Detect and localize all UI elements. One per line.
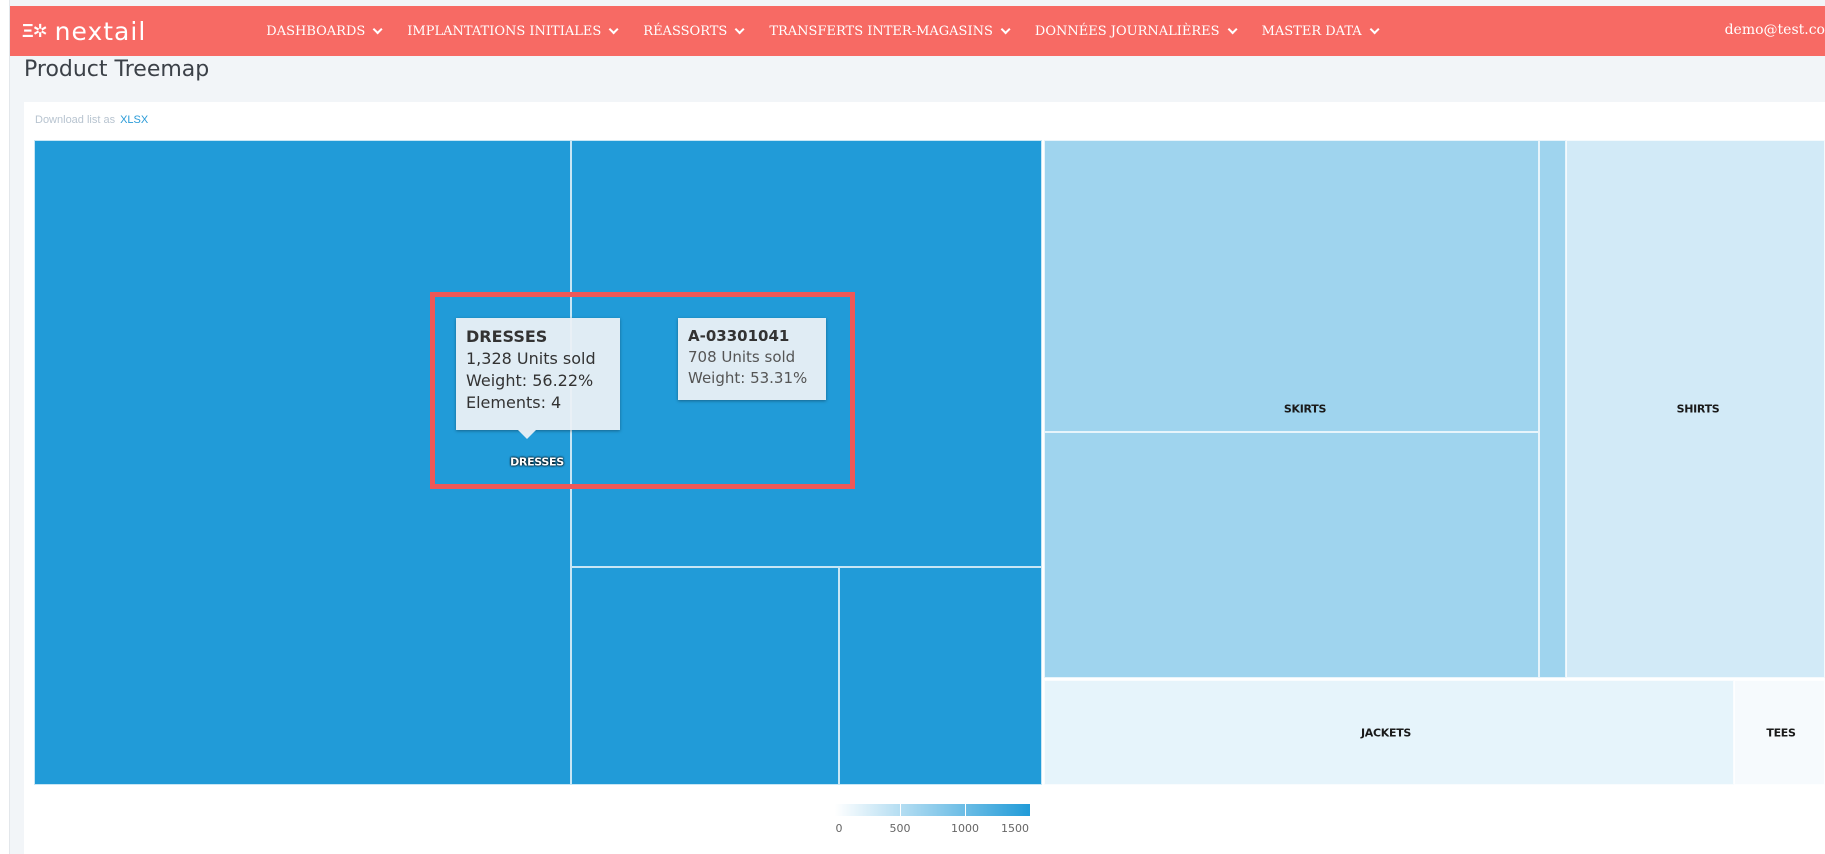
- nav-label: DONNÉES JOURNALIÈRES: [1034, 23, 1220, 39]
- color-scale-legend: 0 500 1000 1500: [835, 804, 1030, 838]
- chevron-down-icon: [608, 23, 619, 34]
- nextail-logo[interactable]: Ξ✲ nextail: [22, 17, 146, 46]
- download-prefix: Download list as: [35, 114, 116, 126]
- left-edge: [0, 0, 10, 854]
- color-scale-bar: [835, 804, 1030, 816]
- legend-tick-label: 0: [835, 822, 843, 835]
- nav-label: MASTER DATA: [1261, 23, 1362, 39]
- treemap-label-tees: TEES: [1766, 726, 1796, 740]
- top-navbar: Ξ✲ nextail DASHBOARDS IMPLANTATIONS INIT…: [10, 6, 1825, 56]
- highlight-annotation-box: [430, 292, 855, 489]
- nav-label: IMPLANTATIONS INITIALES: [407, 23, 602, 39]
- legend-tick-label: 1000: [951, 822, 979, 835]
- treemap-cell-skirts-3[interactable]: [1539, 140, 1566, 678]
- nav-implantations-initiales[interactable]: IMPLANTATIONS INITIALES: [407, 23, 619, 39]
- chevron-down-icon: [1369, 23, 1380, 34]
- chevron-down-icon: [1227, 23, 1238, 34]
- chevron-down-icon: [372, 23, 383, 34]
- logo-icon: Ξ✲: [22, 20, 48, 41]
- nav-label: TRANSFERTS INTER-MAGASINS: [769, 23, 993, 39]
- download-list: Download list as XLSX: [35, 114, 148, 126]
- nav-dashboards[interactable]: DASHBOARDS: [266, 23, 383, 39]
- chevron-down-icon: [734, 23, 745, 34]
- treemap-cell-dresses-3[interactable]: [571, 567, 839, 785]
- treemap-cell-skirts-1[interactable]: [1044, 140, 1539, 432]
- main-nav: DASHBOARDS IMPLANTATIONS INITIALES RÉASS…: [266, 24, 1403, 39]
- legend-tick-mark: [900, 804, 901, 816]
- legend-tick-mark: [965, 804, 966, 816]
- nav-label: RÉASSORTS: [643, 23, 728, 39]
- treemap-label-shirts: SHIRTS: [1676, 402, 1720, 416]
- user-menu[interactable]: demo@test.co: [1725, 22, 1825, 38]
- nav-donnees-journalieres[interactable]: DONNÉES JOURNALIÈRES: [1034, 23, 1238, 39]
- logo-text: nextail: [54, 16, 147, 46]
- treemap-cell-skirts-2[interactable]: [1044, 432, 1539, 678]
- nav-label: DASHBOARDS: [266, 23, 366, 39]
- page-title: Product Treemap: [24, 57, 210, 82]
- legend-tick-label: 1500: [1001, 822, 1029, 835]
- treemap-cell-dresses-4[interactable]: [839, 567, 1042, 785]
- nav-transferts-inter-magasins[interactable]: TRANSFERTS INTER-MAGASINS: [769, 23, 1011, 39]
- nav-reassorts[interactable]: RÉASSORTS: [643, 23, 745, 39]
- treemap-label-skirts: SKIRTS: [1283, 402, 1327, 416]
- treemap-label-jackets: JACKETS: [1360, 726, 1412, 740]
- legend-labels: 0 500 1000 1500: [835, 822, 1030, 838]
- nav-master-data[interactable]: MASTER DATA: [1261, 23, 1380, 39]
- download-xlsx-link[interactable]: XLSX: [120, 114, 148, 126]
- chevron-down-icon: [1000, 23, 1011, 34]
- legend-tick-label: 500: [889, 822, 911, 835]
